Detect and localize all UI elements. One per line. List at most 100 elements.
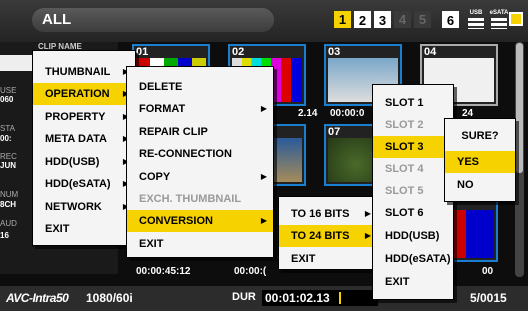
destination-submenu: SLOT 1 SLOT 2 SLOT 3 SLOT 4 SLOT 5 SLOT … <box>372 84 454 300</box>
thumbnail-scrollbar[interactable] <box>515 42 524 277</box>
menu-item-conversion[interactable]: CONVERSION ▶ <box>127 210 273 232</box>
menu-item-exit[interactable]: EXIT <box>33 218 135 240</box>
yes-button[interactable]: YES <box>445 151 515 173</box>
menu-item-label: TO 24 BITS <box>291 230 350 242</box>
menu-item-label: SLOT 5 <box>385 185 424 197</box>
menu-item-format[interactable]: FORMAT ▶ <box>127 98 273 120</box>
info-label: REC <box>0 152 17 161</box>
info-value: JUN <box>0 161 17 170</box>
info-value: 060 <box>0 95 14 104</box>
menu-item-label: FORMAT <box>139 103 186 115</box>
menu-item-hdd-esata[interactable]: HDD(eSATA) <box>373 248 453 270</box>
menu-item-label: RE-CONNECTION <box>139 148 232 160</box>
menu-item-slot-3[interactable]: SLOT 3 <box>373 136 453 158</box>
confirm-title: SURE? <box>461 130 499 142</box>
top-bar: ALL 1 2 3 4 5 6 USB eSATA <box>0 0 528 42</box>
menu-item-exch-thumbnail[interactable]: EXCH. THUMBNAIL <box>127 188 273 210</box>
duration-cursor <box>339 292 341 304</box>
conversion-submenu: TO 16 BITS ▶ TO 24 BITS ▶ EXIT <box>278 196 378 270</box>
menu-item-label: EXCH. THUMBNAIL <box>139 193 242 205</box>
thumbnail-timecode: 00:00:45:12 <box>136 266 191 277</box>
menu-item-slot-5[interactable]: SLOT 5 <box>373 180 453 202</box>
menu-item-label: REPAIR CLIP <box>139 126 208 138</box>
clip-count: 5/0015 <box>470 291 507 305</box>
menu-item-label: SLOT 1 <box>385 97 424 109</box>
menu-item-repair-clip[interactable]: REPAIR CLIP <box>127 121 273 143</box>
submenu-arrow-icon: ▶ <box>364 209 371 218</box>
menu-item-label: HDD(USB) <box>385 230 440 242</box>
menu-item-exit[interactable]: EXIT <box>279 248 377 270</box>
info-label: AUD <box>0 219 17 228</box>
usb-drive-icon: USB <box>466 9 486 29</box>
slot-5-indicator: 5 <box>414 11 431 28</box>
usb-label: USB <box>469 10 483 16</box>
thumbnail-number: 01 <box>136 46 149 58</box>
menu-item-label: SLOT 6 <box>385 207 424 219</box>
info-label: USE <box>0 86 17 95</box>
thumbnail-number: 07 <box>328 126 341 138</box>
menu-item-label: SLOT 4 <box>385 163 424 175</box>
thumbnail-timecode: 2.14 <box>298 108 318 119</box>
menu-item-label: META DATA <box>45 133 107 145</box>
slot-2-indicator: 2 <box>354 11 371 28</box>
menu-item-label: EXIT <box>45 223 70 235</box>
submenu-arrow-icon: ▶ <box>260 172 267 181</box>
menu-item-to-16-bits[interactable]: TO 16 BITS ▶ <box>279 203 377 225</box>
scrollbar-thumb[interactable] <box>516 43 523 173</box>
slot-1-indicator: 1 <box>334 11 351 28</box>
menu-item-exit[interactable]: EXIT <box>373 271 453 293</box>
view-title[interactable]: ALL <box>32 8 274 32</box>
thumbnail-number: 02 <box>232 46 245 58</box>
menu-item-hdd-usb[interactable]: HDD(USB)▶ <box>33 151 135 173</box>
menu-item-network[interactable]: NETWORK▶ <box>33 196 135 218</box>
menu-item-label: DELETE <box>139 81 183 93</box>
menu-item-slot-6[interactable]: SLOT 6 <box>373 202 453 224</box>
info-value: 00: <box>0 134 12 143</box>
menu-item-slot-2[interactable]: SLOT 2 <box>373 114 453 136</box>
confirm-dialog: SURE? YES NO <box>444 118 516 202</box>
menu-item-hdd-esata[interactable]: HDD(eSATA)▶ <box>33 173 135 195</box>
menu-item-label: HDD(eSATA) <box>385 253 451 265</box>
slot-3-indicator: 3 <box>374 11 391 28</box>
esata-label: eSATA <box>489 10 509 16</box>
media-status-icon <box>509 12 523 26</box>
info-value: 8CH <box>0 200 17 209</box>
clip-browser-screen: ALL 1 2 3 4 5 6 USB eSATA CLIP NAME USE … <box>0 0 528 311</box>
menu-item-label: SLOT 3 <box>385 141 424 153</box>
menu-item-to-24-bits[interactable]: TO 24 BITS ▶ <box>279 225 377 247</box>
menu-item-label: SLOT 2 <box>385 119 424 131</box>
menu-item-slot-4[interactable]: SLOT 4 <box>373 158 453 180</box>
menu-item-label: OPERATION <box>45 88 110 100</box>
menu-item-exit[interactable]: EXIT <box>127 233 273 255</box>
menu-item-meta-data[interactable]: META DATA▶ <box>33 128 135 150</box>
thumbnail-timecode: 00 <box>482 266 494 277</box>
menu-item-slot-1[interactable]: SLOT 1 <box>373 92 453 114</box>
menu-item-property[interactable]: PROPERTY▶ <box>33 106 135 128</box>
esata-drive-icon: eSATA <box>489 9 509 29</box>
thumbnail-timecode: 00:00:0 <box>330 108 365 119</box>
menu-item-label: PROPERTY <box>45 111 106 123</box>
menu-item-label: EXIT <box>291 253 316 265</box>
info-label: NUM <box>0 190 19 199</box>
info-label: STA <box>0 124 15 133</box>
menu-item-label: TO 16 BITS <box>291 208 350 220</box>
duration-value: 00:01:02.13 <box>265 291 330 305</box>
submenu-arrow-icon: ▶ <box>260 104 267 113</box>
thumbnail-number: 04 <box>424 46 437 58</box>
menu-item-re-connection[interactable]: RE-CONNECTION <box>127 143 273 165</box>
menu-item-copy[interactable]: COPY ▶ <box>127 166 273 188</box>
thumbnail-timecode: 00:00:( <box>234 266 267 277</box>
menu-item-label: NETWORK <box>45 201 102 213</box>
slot-4-indicator: 4 <box>394 11 411 28</box>
menu-item-thumbnail[interactable]: THUMBNAIL▶ <box>33 61 135 83</box>
codec-logo: AVC-Intra50 <box>6 291 69 305</box>
menu-item-label: EXIT <box>385 276 410 288</box>
menu-item-delete[interactable]: DELETE <box>127 76 273 98</box>
no-button[interactable]: NO <box>445 174 515 196</box>
menu-item-label: CONVERSION <box>139 215 213 227</box>
submenu-arrow-icon: ▶ <box>260 216 267 225</box>
menu-item-hdd-usb[interactable]: HDD(USB) <box>373 225 453 247</box>
menu-item-label: THUMBNAIL <box>45 66 111 78</box>
menu-item-operation[interactable]: OPERATION▶ <box>33 83 135 105</box>
info-value: 16 <box>0 231 9 240</box>
